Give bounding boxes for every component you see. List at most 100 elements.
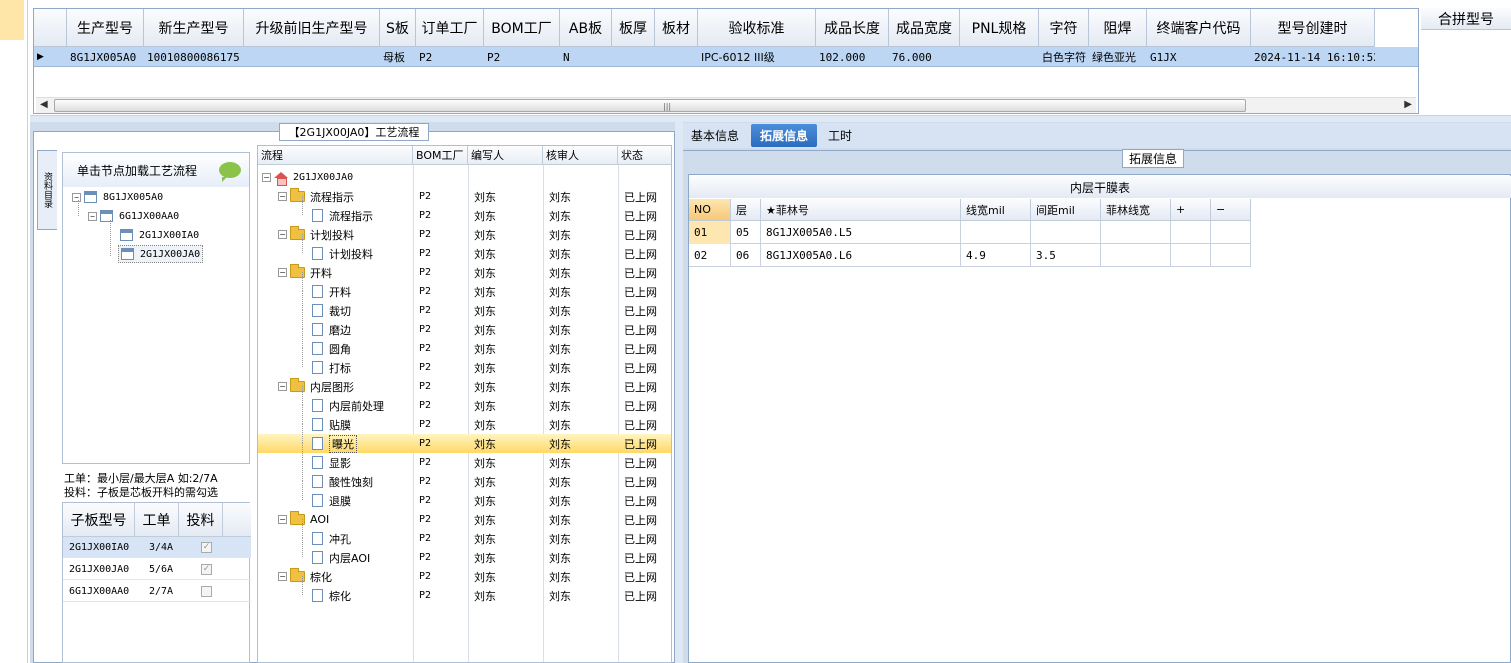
flow-step-row[interactable]: 计划投料 P2 刘东 刘东 已上网 <box>258 244 671 263</box>
grid-col-header[interactable]: 型号创建时 <box>1251 9 1375 47</box>
flow-step-row[interactable]: 退膜 P2 刘东 刘东 已上网 <box>258 491 671 510</box>
tree-node-selected[interactable]: 2G1JX00JA0 <box>118 245 204 263</box>
dry-cell[interactable] <box>961 221 1031 244</box>
flow-step-row[interactable]: 曝光 P2 刘东 刘东 已上网 <box>258 434 671 453</box>
add-row-button[interactable]: + <box>1171 199 1211 221</box>
grid-col-header[interactable]: 板厚 <box>612 9 655 47</box>
table-row[interactable]: 6G1JX00AA0 2/7A <box>63 581 251 602</box>
flow-step-row[interactable]: 开料 P2 刘东 刘东 已上网 <box>258 282 671 301</box>
flow-step-row[interactable]: 打标 P2 刘东 刘东 已上网 <box>258 358 671 377</box>
flow-step-row[interactable]: 磨边 P2 刘东 刘东 已上网 <box>258 320 671 339</box>
dry-cell[interactable] <box>1101 221 1171 244</box>
flow-step-row[interactable]: 贴膜 P2 刘东 刘东 已上网 <box>258 415 671 434</box>
grid-col-header[interactable]: 生产型号 <box>67 9 144 47</box>
dry-cell[interactable] <box>1101 244 1171 267</box>
flow-step-row[interactable]: 酸性蚀刻 P2 刘东 刘东 已上网 <box>258 472 671 491</box>
grid-col-header[interactable]: 成品宽度 <box>889 9 960 47</box>
grid-cell[interactable]: P2 <box>487 47 560 67</box>
flow-group-row[interactable]: − 开料 P2 刘东 刘东 已上网 <box>258 263 671 282</box>
dry-cell[interactable]: 06 <box>731 244 761 267</box>
grid-cell[interactable]: 白色字符 <box>1042 47 1089 67</box>
tab-basic-info[interactable]: 基本信息 <box>685 124 745 147</box>
flow-step-row[interactable]: 显影 P2 刘东 刘东 已上网 <box>258 453 671 472</box>
table-row[interactable]: 2G1JX00IA0 3/4A ✓ <box>63 537 251 558</box>
collapse-icon[interactable]: − <box>88 211 97 221</box>
collapse-icon[interactable]: − <box>278 515 287 524</box>
grid-col-header[interactable]: 阻焊 <box>1089 9 1147 47</box>
tab-ext-info[interactable]: 拓展信息 <box>751 124 817 147</box>
grid-col-header[interactable]: 成品长度 <box>816 9 889 47</box>
grid-cell[interactable]: 2024-11-14 16:10:52 <box>1254 47 1375 67</box>
grid-cell[interactable]: 绿色亚光 <box>1092 47 1147 67</box>
scroll-left-icon[interactable]: ◀ <box>40 99 48 110</box>
grid-col-header[interactable]: 字符 <box>1039 9 1089 47</box>
tree-node[interactable]: 2G1JX00IA0 <box>120 226 199 244</box>
horizontal-scrollbar[interactable]: ◀ ||| ▶ <box>36 97 1416 113</box>
scroll-right-icon[interactable]: ▶ <box>1404 99 1412 110</box>
grid-col-header[interactable]: 终端客户代码 <box>1147 9 1251 47</box>
dry-cell[interactable]: 8G1JX005A0.L5 <box>761 221 961 244</box>
dry-cell[interactable]: 01 <box>689 221 731 244</box>
flow-group-row[interactable]: − 内层图形 P2 刘东 刘东 已上网 <box>258 377 671 396</box>
flow-group-row[interactable]: − 流程指示 P2 刘东 刘东 已上网 <box>258 187 671 206</box>
grid-cell[interactable]: IPC-6012 III级 <box>701 47 816 67</box>
collapse-icon[interactable]: − <box>278 230 287 239</box>
grid-col-header[interactable]: 新生产型号 <box>144 9 244 47</box>
flow-step-row[interactable]: 冲孔 P2 刘东 刘东 已上网 <box>258 529 671 548</box>
grid-col-header[interactable]: 升级前旧生产型号 <box>244 9 380 47</box>
grid-cell[interactable]: 76.000 <box>892 47 960 67</box>
dry-cell[interactable] <box>1171 221 1211 244</box>
flow-group-row[interactable]: − AOI P2 刘东 刘东 已上网 <box>258 510 671 529</box>
grid-cell[interactable]: N <box>563 47 612 67</box>
flow-step-row[interactable]: 流程指示 P2 刘东 刘东 已上网 <box>258 206 671 225</box>
feed-checkbox[interactable]: ✓ <box>201 564 212 575</box>
dry-cell[interactable] <box>1031 221 1101 244</box>
feed-checkbox[interactable]: ✓ <box>201 542 212 553</box>
grid-cell[interactable] <box>247 47 380 67</box>
dry-cell[interactable] <box>1211 221 1251 244</box>
grid-col-header[interactable]: AB板 <box>560 9 612 47</box>
dry-cell[interactable]: 8G1JX005A0.L6 <box>761 244 961 267</box>
flow-group-row[interactable]: − 棕化 P2 刘东 刘东 已上网 <box>258 567 671 586</box>
tab-work-hours[interactable]: 工时 <box>823 124 857 147</box>
dry-cell[interactable]: 02 <box>689 244 731 267</box>
flow-step-row[interactable]: 内层前处理 P2 刘东 刘东 已上网 <box>258 396 671 415</box>
grid-cell[interactable] <box>963 47 1039 67</box>
grid-cell[interactable]: G1JX <box>1150 47 1251 67</box>
grid-col-header[interactable]: PNL规格 <box>960 9 1039 47</box>
collapse-icon[interactable]: − <box>278 382 287 391</box>
tree-node[interactable]: −6G1JX00AA0 <box>88 207 179 225</box>
flow-group-row[interactable]: − 计划投料 P2 刘东 刘东 已上网 <box>258 225 671 244</box>
flow-step-row[interactable]: 裁切 P2 刘东 刘东 已上网 <box>258 301 671 320</box>
grid-cell[interactable] <box>615 47 655 67</box>
table-row[interactable]: 2G1JX00JA0 5/6A ✓ <box>63 559 251 580</box>
grid-col-header[interactable]: 订单工厂 <box>416 9 484 47</box>
collapse-icon[interactable]: − <box>278 268 287 277</box>
side-tab-catalog[interactable]: 资料目录 <box>37 150 57 230</box>
grid-cell[interactable]: 母板 <box>383 47 416 67</box>
scroll-thumb[interactable]: ||| <box>54 99 1246 112</box>
dry-cell[interactable] <box>1171 244 1211 267</box>
flow-step-row[interactable]: 内层AOI P2 刘东 刘东 已上网 <box>258 548 671 567</box>
grid-col-header[interactable]: 板材 <box>655 9 698 47</box>
dry-cell[interactable] <box>1211 244 1251 267</box>
collapse-icon[interactable]: − <box>278 192 287 201</box>
grid-cell[interactable]: 8G1JX005A0 <box>70 47 144 67</box>
dry-cell[interactable]: 3.5 <box>1031 244 1101 267</box>
flow-root-row[interactable]: −2G1JX00JA0 <box>258 168 671 187</box>
flow-step-row[interactable]: 圆角 P2 刘东 刘东 已上网 <box>258 339 671 358</box>
grid-cell[interactable]: 10010800086175 <box>147 47 244 67</box>
dry-cell[interactable]: 4.9 <box>961 244 1031 267</box>
feed-checkbox[interactable] <box>201 586 212 597</box>
dry-cell[interactable]: 05 <box>731 221 761 244</box>
remove-row-button[interactable]: − <box>1211 199 1251 221</box>
table-row[interactable]: 02 06 8G1JX005A0.L6 4.9 3.5 <box>689 244 1251 267</box>
collapse-icon[interactable]: − <box>262 173 271 182</box>
grid-col-header[interactable]: S板 <box>380 9 416 47</box>
grid-col-header[interactable]: 验收标准 <box>698 9 816 47</box>
table-row[interactable]: 01 05 8G1JX005A0.L5 <box>689 221 1251 244</box>
grid-cell[interactable] <box>658 47 698 67</box>
vertical-splitter[interactable] <box>675 122 683 663</box>
flow-step-row[interactable]: 棕化 P2 刘东 刘东 已上网 <box>258 586 671 605</box>
grid-cell[interactable]: 102.000 <box>819 47 889 67</box>
